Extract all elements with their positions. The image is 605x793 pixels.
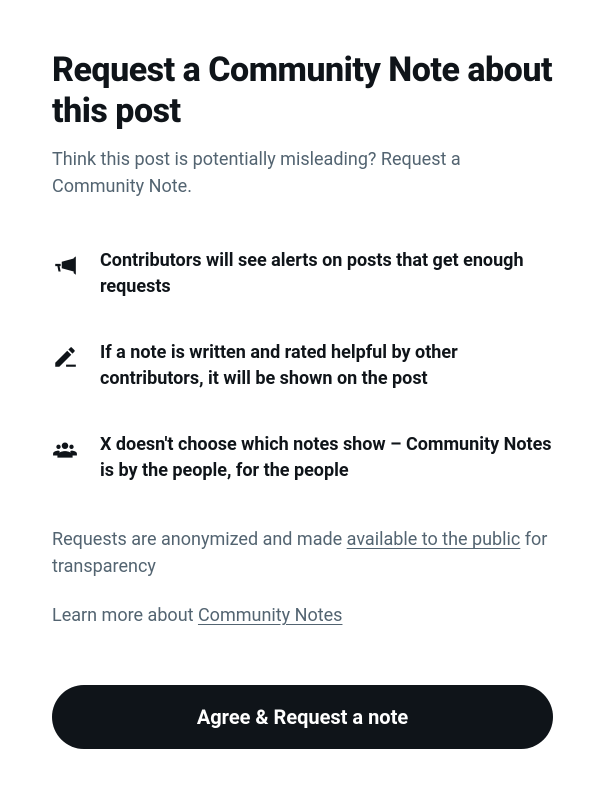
learn-more-prefix: Learn more about — [52, 605, 198, 626]
info-item-text: If a note is written and rated helpful b… — [100, 340, 553, 392]
dialog-title: Request a Community Note about this post — [52, 50, 553, 132]
info-item-text: X doesn't choose which notes show – Comm… — [100, 432, 553, 484]
info-list: Contributors will see alerts on posts th… — [52, 248, 553, 485]
button-container: Agree & Request a note — [52, 685, 553, 749]
pencil-icon — [52, 344, 78, 370]
disclaimer-text: Requests are anonymized and made availab… — [52, 526, 553, 580]
public-link[interactable]: available to the public — [347, 529, 521, 550]
community-notes-link[interactable]: Community Notes — [198, 605, 343, 626]
info-item: Contributors will see alerts on posts th… — [52, 248, 553, 300]
learn-more-text: Learn more about Community Notes — [52, 602, 553, 629]
dialog-subtitle: Think this post is potentially misleadin… — [52, 146, 553, 200]
info-item-text: Contributors will see alerts on posts th… — [100, 248, 553, 300]
people-icon — [52, 436, 78, 462]
info-item: X doesn't choose which notes show – Comm… — [52, 432, 553, 484]
info-item: If a note is written and rated helpful b… — [52, 340, 553, 392]
agree-request-button[interactable]: Agree & Request a note — [52, 685, 553, 749]
disclaimer-prefix: Requests are anonymized and made — [52, 529, 347, 550]
megaphone-icon — [52, 252, 78, 278]
